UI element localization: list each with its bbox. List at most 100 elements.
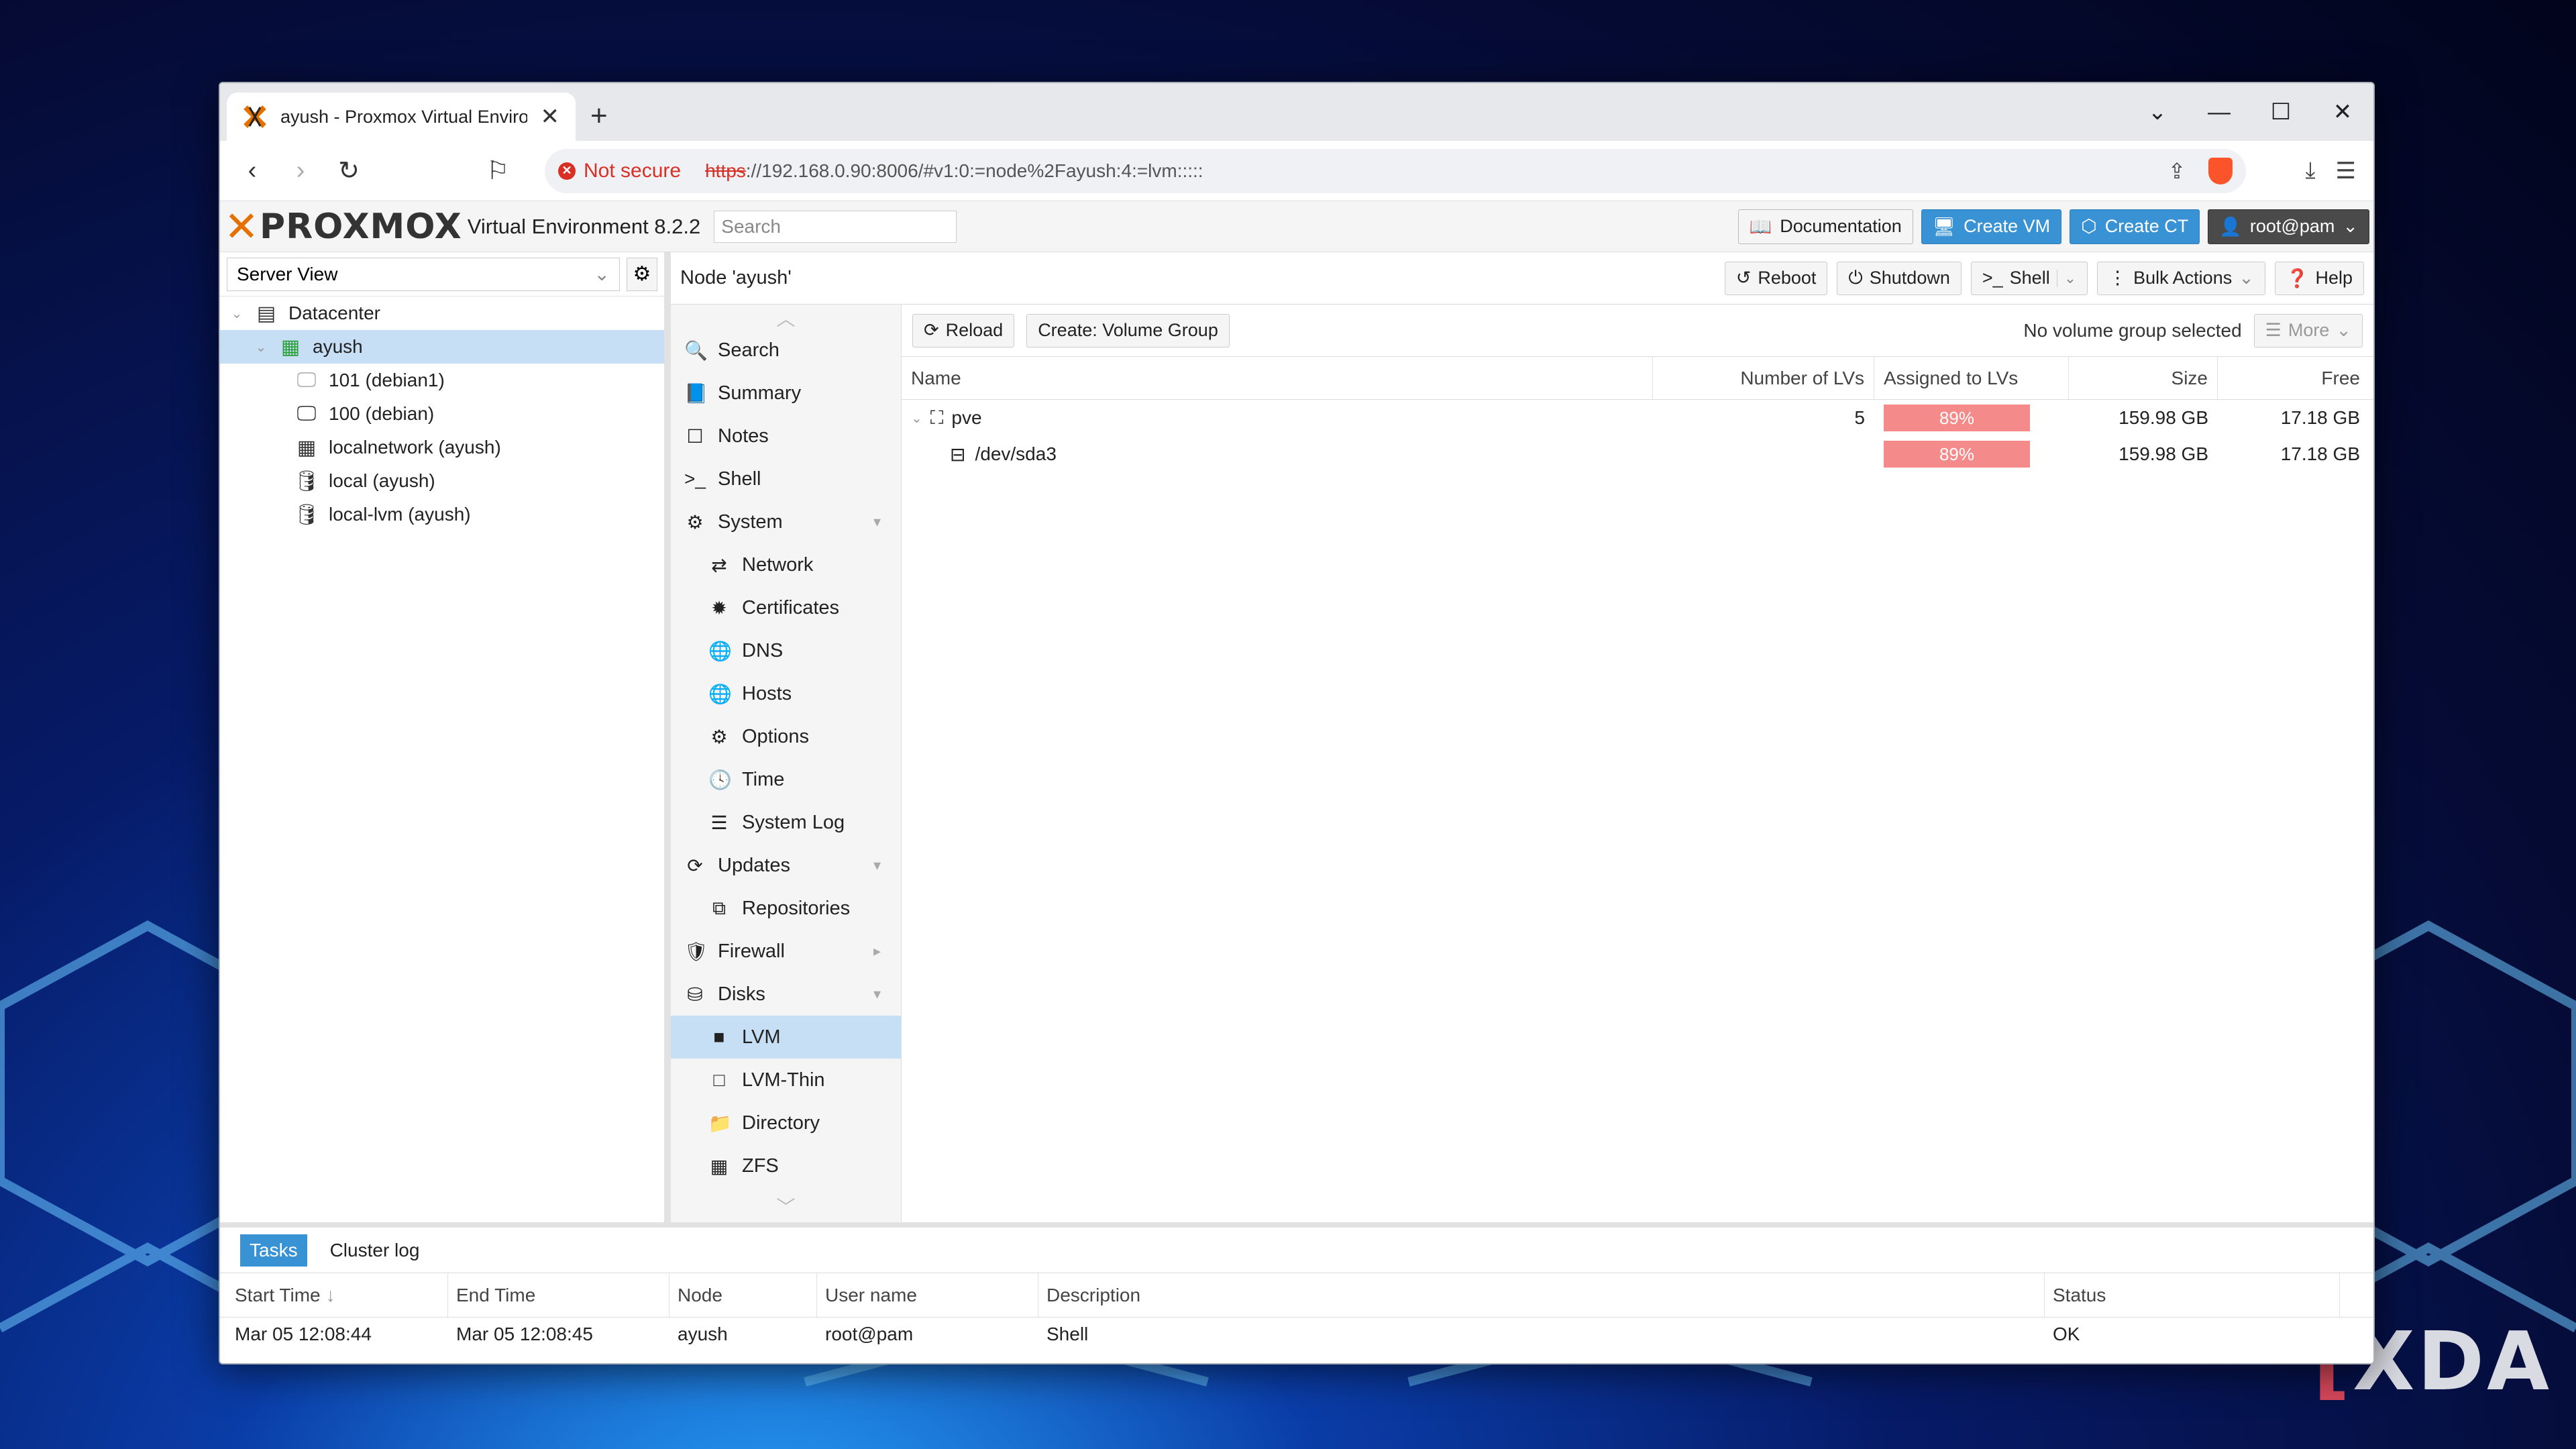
bookmark-icon[interactable]: ⚐ <box>476 150 519 193</box>
gear-icon[interactable]: ⚙ <box>627 257 657 291</box>
not-secure-indicator[interactable]: ✕ Not secure <box>558 160 681 182</box>
column-header-start-time[interactable]: Start Time ↓ <box>227 1273 448 1317</box>
menu-item-label: Shell <box>718 468 761 490</box>
menu-item-time[interactable]: 🕓 Time <box>671 758 901 801</box>
download-icon[interactable]: ⤓ <box>2305 158 2315 184</box>
menu-item-dns[interactable]: 🌐 DNS <box>671 629 901 672</box>
bulk-actions-button[interactable]: ⋮ Bulk Actions ⌄ <box>2097 261 2265 295</box>
collapse-icon[interactable]: ⌄ <box>911 410 922 427</box>
tree-item-local-lvm-storage[interactable]: 🛢 local-lvm (ayush) <box>220 498 664 531</box>
menu-item-updates[interactable]: ⟳ Updates ▾ <box>671 844 901 887</box>
menu-item-lvm[interactable]: ■ LVM <box>671 1016 901 1059</box>
menu-item-firewall[interactable]: 🛡 Firewall ▸ <box>671 930 901 973</box>
collapse-icon[interactable]: ⌄ <box>254 339 268 356</box>
menu-item-label: Directory <box>742 1112 820 1134</box>
reboot-button[interactable]: ↺ Reboot <box>1724 261 1828 295</box>
column-header-assigned-to-lvs[interactable]: Assigned to LVs <box>1874 357 2069 399</box>
tree-item-label: 101 (debian1) <box>329 370 445 390</box>
table-row[interactable]: ⌄ ⛶ pve 5 89% 159.98 GB 17.18 GB <box>902 400 2373 436</box>
menu-item-label: Notes <box>718 425 769 447</box>
tree-item-localnetwork[interactable]: ▦ localnetwork (ayush) <box>220 431 664 464</box>
menu-item-shell[interactable]: >_ Shell <box>671 458 901 500</box>
menu-item-disks[interactable]: ⛁ Disks ▾ <box>671 973 901 1016</box>
tree-item-label: 100 (debian) <box>329 403 435 424</box>
tree-item-datacenter[interactable]: ⌄ ▤ Datacenter <box>220 297 664 330</box>
menu-item-certificates[interactable]: ✹ Certificates <box>671 586 901 629</box>
menu-item-lvm-thin[interactable]: □ LVM-Thin <box>671 1059 901 1102</box>
column-header-status[interactable]: Status <box>2045 1273 2340 1317</box>
browser-tab[interactable]: ayush - Proxmox Virtual Environ ✕ <box>227 93 576 141</box>
column-header-free[interactable]: Free <box>2218 357 2369 399</box>
menu-item-zfs[interactable]: ▦ ZFS <box>671 1144 901 1187</box>
column-header-description[interactable]: Description <box>1038 1273 2045 1317</box>
menu-item-search[interactable]: 🔍 Search <box>671 329 901 372</box>
new-tab-icon[interactable]: + <box>590 99 608 133</box>
tab-search-icon[interactable]: ⌄ <box>2127 99 2188 125</box>
scroll-down-icon[interactable]: ﹀ <box>671 1193 901 1220</box>
reboot-label: Reboot <box>1758 268 1817 288</box>
shutdown-button[interactable]: ⏻ Shutdown <box>1837 261 1962 295</box>
tab-tasks[interactable]: Tasks <box>240 1234 307 1267</box>
brave-shield-icon[interactable] <box>2208 157 2233 184</box>
reload-icon[interactable]: ↻ <box>327 150 370 193</box>
share-icon[interactable]: ⇪ <box>2168 158 2186 184</box>
column-header-user-name[interactable]: User name <box>817 1273 1038 1317</box>
user-label: root@pam <box>2249 216 2335 236</box>
column-header-end-time[interactable]: End Time <box>448 1273 669 1317</box>
address-bar[interactable]: ✕ Not secure https://192.168.0.90:8006/#… <box>545 148 2247 193</box>
chevron-down-icon[interactable]: ⌄ <box>2056 269 2076 287</box>
close-window-icon[interactable]: ✕ <box>2312 99 2373 125</box>
menu-item-repositories[interactable]: ⧉ Repositories <box>671 887 901 930</box>
menu-icon[interactable]: ☰ <box>2336 158 2356 184</box>
create-ct-button[interactable]: ⬡ Create CT <box>2070 209 2200 244</box>
reload-button[interactable]: ⟳ Reload <box>912 313 1015 347</box>
create-vm-button[interactable]: 🖥 Create VM <box>1921 209 2062 244</box>
menu-item-system-log[interactable]: ☰ System Log <box>671 801 901 844</box>
column-header-size[interactable]: Size <box>2069 357 2218 399</box>
tree-item-vm-101[interactable]: 🖵 101 (debian1) <box>220 364 664 397</box>
tree-item-node-ayush[interactable]: ⌄ ▦ ayush <box>220 330 664 364</box>
user-menu-button[interactable]: 👤 root@pam ⌄ <box>2208 209 2369 244</box>
menu-item-network[interactable]: ⇄ Network <box>671 543 901 586</box>
table-row[interactable]: ⊟ /dev/sda3 89% 159.98 GB 17.18 GB <box>902 436 2373 472</box>
column-header-number-of-lvs[interactable]: Number of LVs <box>1653 357 1874 399</box>
menu-item-summary[interactable]: 📘 Summary <box>671 372 901 415</box>
node-body: ︿ 🔍 Search 📘 Summary ☐ Notes >_ Shell ⚙ Syste… <box>671 305 2373 1222</box>
row-name: /dev/sda3 <box>975 443 1057 464</box>
shutdown-label: Shutdown <box>1869 268 1950 288</box>
book-icon: 📖 <box>1749 216 1772 237</box>
shell-button[interactable]: >_ Shell ⌄ <box>1970 261 2088 295</box>
maximize-icon[interactable]: ☐ <box>2250 99 2312 125</box>
tab-cluster-log[interactable]: Cluster log <box>321 1234 429 1267</box>
menu-item-label: LVM <box>742 1026 781 1048</box>
table-row[interactable]: Mar 05 12:08:44 Mar 05 12:08:45 ayush ro… <box>220 1318 2373 1351</box>
main-area: Server View ⌄ ⚙ ⌄ ▤ Datacenter ⌄ ▦ ayush … <box>220 252 2373 1228</box>
tree-item-local-storage[interactable]: 🛢 local (ayush) <box>220 464 664 498</box>
documentation-button[interactable]: 📖 Documentation <box>1737 209 1913 244</box>
help-button[interactable]: ❓ Help <box>2274 261 2364 295</box>
minimize-icon[interactable]: — <box>2188 99 2250 125</box>
column-header-node[interactable]: Node <box>669 1273 817 1317</box>
menu-item-label: Disks <box>718 983 765 1005</box>
menu-item-system[interactable]: ⚙ System ▾ <box>671 500 901 543</box>
tree-item-vm-100[interactable]: 🖵 100 (debian) <box>220 397 664 431</box>
hdd-icon: ⛁ <box>687 983 703 1005</box>
forward-icon[interactable]: › <box>279 150 322 193</box>
create-volume-group-button[interactable]: Create: Volume Group <box>1026 313 1230 347</box>
menu-item-hosts[interactable]: 🌐 Hosts <box>671 672 901 715</box>
menu-item-notes[interactable]: ☐ Notes <box>671 415 901 458</box>
header-search-input[interactable]: Search <box>714 210 957 243</box>
more-button[interactable]: ☰ More ⌄ <box>2253 313 2363 347</box>
scroll-up-icon[interactable]: ︿ <box>671 305 901 331</box>
tab-close-icon[interactable]: ✕ <box>541 103 560 130</box>
menu-item-directory[interactable]: 📁 Directory <box>671 1102 901 1144</box>
column-header-name[interactable]: Name <box>902 357 1653 399</box>
back-icon[interactable]: ‹ <box>231 150 274 193</box>
menu-item-label: Certificates <box>742 596 840 619</box>
chevron-down-icon: ⌄ <box>2239 268 2254 288</box>
monitor-icon: 🖥 <box>1932 216 1956 237</box>
user-icon: 👤 <box>2219 216 2242 237</box>
menu-item-options[interactable]: ⚙ Options <box>671 715 901 758</box>
collapse-icon[interactable]: ⌄ <box>229 305 244 322</box>
server-view-select[interactable]: Server View ⌄ <box>227 257 620 291</box>
